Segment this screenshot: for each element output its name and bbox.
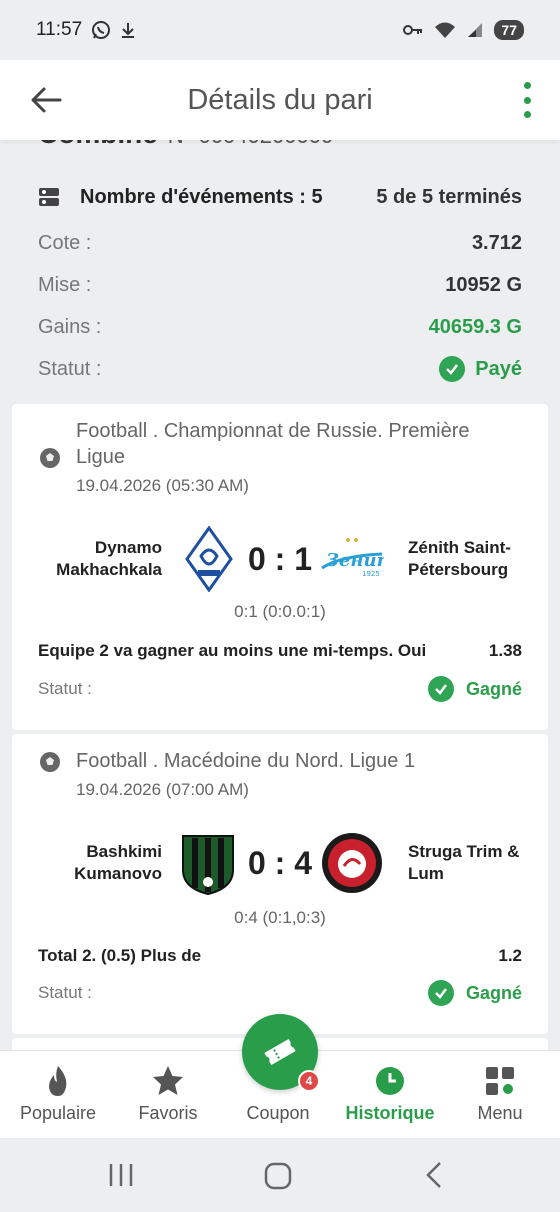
home-icon[interactable] (262, 1160, 294, 1192)
event-card[interactable]: Football . Championnat de Russie. Premiè… (12, 404, 548, 730)
system-navigation-bar (0, 1138, 560, 1212)
winnings-value: 40659.3 G (428, 315, 522, 338)
check-circle-icon (427, 676, 454, 702)
events-list-icon (39, 188, 59, 206)
whatsapp-icon (92, 21, 111, 39)
odds-row: Cote : 3.712 (38, 222, 522, 264)
status-paid-text: Payé (475, 357, 522, 380)
nav-label-historique: Historique (345, 1103, 435, 1123)
dynamo-crest-icon (185, 526, 233, 592)
battery-indicator: 77 (494, 20, 524, 40)
events-done-label: 5 de 5 terminés (376, 185, 522, 208)
nav-label-favoris: Favoris (138, 1103, 198, 1123)
event-status-row: Statut : Gagné (38, 980, 522, 1006)
match-date: 19.04.2026 (05:30 AM) (76, 476, 249, 495)
svg-text:Зенит: Зенит (326, 550, 384, 571)
clock-icon (376, 1067, 404, 1095)
nav-label-populaire: Populaire (19, 1103, 97, 1123)
zenit-logo-icon: Зенит1925 (321, 538, 384, 578)
status-label: Statut : (38, 357, 102, 380)
bet-selection: Total 2. (0.5) Plus de (38, 946, 202, 965)
svg-text:1925: 1925 (362, 570, 380, 578)
stake-value: 10952 G (445, 273, 522, 296)
league-header: Football . Championnat de Russie. Premiè… (38, 418, 518, 496)
bet-row: Total 2. (0.5) Plus de 1.2 (38, 946, 522, 966)
event-status-label: Statut : (38, 679, 92, 698)
star-icon (153, 1066, 183, 1095)
status-row: Statut : Payé (38, 348, 522, 390)
back-arrow-icon[interactable] (26, 80, 66, 120)
nav-item-populaire[interactable]: Populaire (2, 1051, 114, 1139)
odds-label: Cote : (38, 231, 92, 254)
bet-odds: 1.38 (488, 641, 522, 660)
event-result: Gagné (427, 980, 522, 1006)
nav-item-favoris[interactable]: Favoris (112, 1051, 224, 1139)
league-name: Football . Championnat de Russie. Premiè… (76, 420, 470, 468)
more-options-icon[interactable] (522, 82, 532, 118)
check-circle-icon (427, 980, 454, 1006)
winnings-row: Gains : 40659.3 G (38, 306, 522, 348)
football-icon (40, 448, 60, 468)
team-home-name: Bashkimi Kumanovo (74, 842, 162, 883)
match-row: Dynamo Makhachkala 0 : 1 Зенит1925 Zénit… (12, 524, 548, 594)
event-result-text: Gagné (465, 982, 522, 1003)
event-result: Gagné (427, 676, 522, 702)
page-title: Détails du pari (187, 83, 373, 116)
score-details: 0:1 (0:0.0:1) (234, 602, 326, 621)
stake-label: Mise : (38, 273, 92, 296)
recent-apps-icon[interactable] (106, 1160, 136, 1190)
bashkimi-crest-icon (182, 835, 234, 896)
nav-item-menu[interactable]: Menu (444, 1051, 556, 1139)
status-value: Payé (439, 356, 522, 382)
bet-selection: Equipe 2 va gagner au moins une mi-temps… (38, 641, 427, 660)
team-away-name: Zénith Saint-Pétersbourg (408, 538, 511, 579)
bet-odds: 1.2 (498, 946, 522, 965)
match-score: 0 : 4 (247, 844, 313, 881)
score-details: 0:4 (0:1,0:3) (234, 908, 326, 927)
status-bar: 11:57 77 (0, 0, 560, 60)
status-time: 11:57 (36, 19, 83, 40)
match-score: 0 : 1 (247, 540, 313, 577)
back-icon[interactable] (420, 1160, 448, 1190)
odds-value: 3.712 (471, 231, 522, 254)
app-header: Détails du pari (0, 60, 560, 140)
flame-icon (49, 1066, 67, 1096)
coupon-count-badge: 4 (298, 1070, 320, 1092)
wifi-icon (435, 22, 456, 38)
team-away-name: Struga Trim & Lum (408, 842, 520, 883)
event-status-label: Statut : (38, 983, 92, 1002)
nav-item-historique[interactable]: Historique (334, 1051, 446, 1139)
match-row: Bashkimi Kumanovo 0 : 4 Struga Trim & Lu… (12, 828, 548, 898)
league-header: Football . Macédoine du Nord. Ligue 1 19… (38, 748, 518, 800)
bet-summary: Nombre d'événements : 5 5 de 5 terminés … (38, 174, 522, 390)
stake-row: Mise : 10952 G (38, 264, 522, 306)
league-name: Football . Macédoine du Nord. Ligue 1 (76, 750, 416, 772)
status-system-icons: 77 (402, 20, 524, 40)
team-home-name: Dynamo Makhachkala (56, 538, 162, 579)
signal-icon (468, 23, 483, 37)
match-date: 19.04.2026 (07:00 AM) (76, 780, 249, 799)
events-count-row: Nombre d'événements : 5 5 de 5 terminés (38, 174, 522, 220)
grid-icon (486, 1067, 514, 1095)
event-result-text: Gagné (465, 678, 522, 699)
events-count-label: Nombre d'événements : 5 (80, 185, 323, 208)
bet-row: Equipe 2 va gagner au moins une mi-temps… (38, 641, 522, 661)
nav-label-menu: Menu (477, 1103, 523, 1123)
status-notification-icons (90, 19, 138, 41)
event-status-row: Statut : Gagné (38, 676, 522, 702)
football-icon (40, 752, 60, 772)
vpn-key-icon (403, 25, 423, 35)
nav-label-coupon: Coupon (246, 1103, 310, 1123)
winnings-label: Gains : (38, 315, 102, 338)
download-icon (122, 23, 135, 38)
struga-crest-icon (322, 833, 382, 893)
ticket-icon (264, 1038, 296, 1066)
check-circle-icon (439, 356, 466, 382)
event-card[interactable]: Football . Macédoine du Nord. Ligue 1 19… (12, 734, 548, 1034)
